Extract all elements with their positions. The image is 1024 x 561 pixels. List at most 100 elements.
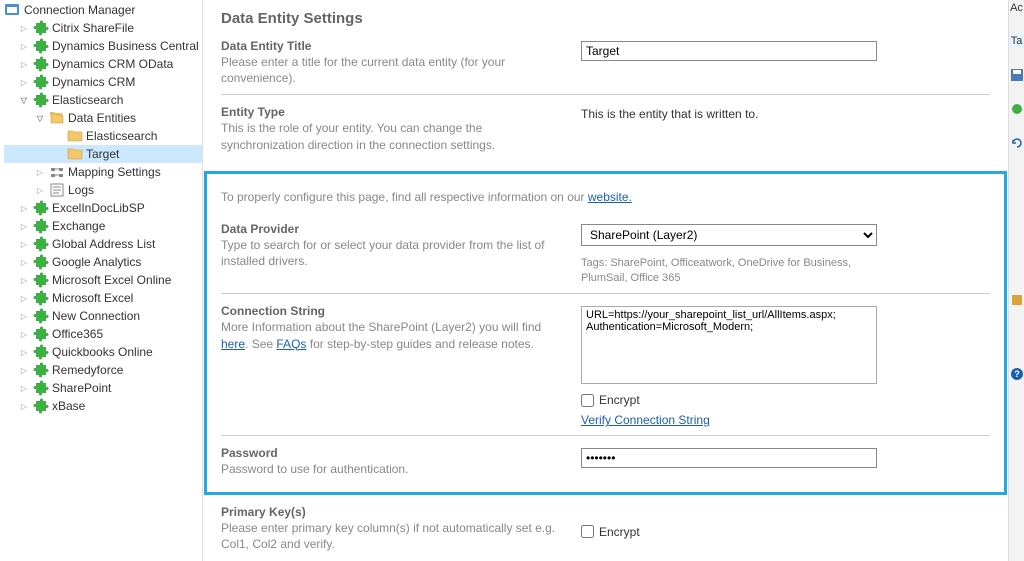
puzzle-icon [33, 218, 49, 234]
sidebar-ac[interactable]: Ac [1010, 2, 1023, 14]
expand-icon [52, 130, 64, 142]
folder-icon [67, 146, 83, 162]
puzzle-icon [33, 308, 49, 324]
puzzle-icon [33, 38, 49, 54]
expand-icon[interactable]: ▷ [18, 328, 30, 340]
folder-group-icon [49, 110, 65, 126]
expand-icon [52, 148, 64, 160]
expand-icon[interactable]: ▷ [34, 184, 46, 196]
svg-text:?: ? [1014, 369, 1020, 379]
tree-item-label: xBase [52, 399, 85, 413]
tree-item-dynamics-crm-odata[interactable]: ▷Dynamics CRM OData [4, 55, 202, 73]
puzzle-icon [33, 92, 49, 108]
tree-item-microsoft-excel[interactable]: ▷ Microsoft Excel [4, 289, 202, 307]
expand-icon[interactable]: ▽ [18, 94, 30, 106]
expand-icon[interactable]: ▷ [18, 400, 30, 412]
tree-item-data-entities[interactable]: ▽Data Entities [4, 109, 202, 127]
tree-item-mapping-settings[interactable]: ▷Mapping Settings [4, 163, 202, 181]
tree-root[interactable]: Connection Manager [4, 2, 202, 18]
tree-item-google-analytics[interactable]: ▷Google Analytics [4, 253, 202, 271]
tree-item-label: Global Address List [52, 237, 155, 251]
puzzle-icon [33, 236, 49, 252]
website-link[interactable]: website. [588, 190, 632, 204]
conn-here-link[interactable]: here [221, 337, 245, 351]
tool-icon-1[interactable] [1010, 293, 1024, 307]
conn-string-input[interactable] [581, 306, 877, 384]
entity-title-input[interactable] [581, 41, 877, 61]
config-notice: To properly configure this page, find al… [221, 190, 990, 204]
puzzle-icon [33, 290, 49, 306]
settings-panel: Data Entity Settings Data Entity Title P… [202, 0, 1008, 561]
expand-icon[interactable]: ▷ [18, 364, 30, 376]
tree-item-label: Target [86, 147, 119, 161]
expand-icon[interactable]: ▷ [18, 76, 30, 88]
entity-type-label: Entity Type [221, 105, 561, 119]
primary-encrypt-checkbox[interactable] [581, 525, 594, 538]
puzzle-icon [33, 200, 49, 216]
expand-icon[interactable]: ▷ [18, 58, 30, 70]
action-icon[interactable] [1010, 102, 1024, 116]
provider-desc: Type to search for or select your data p… [221, 237, 561, 269]
expand-icon[interactable]: ▷ [18, 238, 30, 250]
tree-item-quickbooks-online[interactable]: ▷ Quickbooks Online [4, 343, 202, 361]
expand-icon[interactable]: ▷ [18, 382, 30, 394]
tree-item-dynamics-business-central[interactable]: ▷ Dynamics Business Central [4, 37, 202, 55]
puzzle-icon [33, 74, 49, 90]
tree-item-office365[interactable]: ▷Office365 [4, 325, 202, 343]
tree-item-exchange[interactable]: ▷Exchange [4, 217, 202, 235]
tree-item-sharepoint[interactable]: ▷SharePoint [4, 379, 202, 397]
tree-item-new-connection[interactable]: ▷New Connection [4, 307, 202, 325]
entity-title-desc: Please enter a title for the current dat… [221, 54, 561, 86]
expand-icon[interactable]: ▷ [18, 22, 30, 34]
expand-icon[interactable]: ▽ [34, 112, 46, 124]
tree-item-remedyforce[interactable]: ▷Remedyforce [4, 361, 202, 379]
expand-icon[interactable]: ▷ [18, 346, 30, 358]
tree-item-excelindoclibsp[interactable]: ▷ ExcelInDocLibSP [4, 199, 202, 217]
tree-item-label: Logs [68, 183, 94, 197]
tree-item-citrix-sharefile[interactable]: ▷ Citrix ShareFile [4, 19, 202, 37]
entity-type-value: This is the entity that is written to. [581, 107, 990, 121]
tree-item-elasticsearch[interactable]: ▽ Elasticsearch [4, 91, 202, 109]
tree-item-target[interactable]: Target [4, 145, 202, 163]
verify-conn-link[interactable]: Verify Connection String [581, 413, 710, 427]
puzzle-icon [33, 254, 49, 270]
expand-icon[interactable]: ▷ [18, 40, 30, 52]
provider-select[interactable]: SharePoint (Layer2) [581, 224, 877, 246]
undo-icon[interactable] [1010, 136, 1024, 150]
tree-item-label: ExcelInDocLibSP [52, 201, 145, 215]
puzzle-icon [33, 344, 49, 360]
conn-faq-link[interactable]: FAQs [276, 337, 306, 351]
password-input[interactable] [581, 448, 877, 468]
help-icon[interactable]: ? [1010, 367, 1024, 381]
tree-item-label: Microsoft Excel Online [52, 273, 171, 287]
tree-item-label: Microsoft Excel [52, 291, 133, 305]
entity-type-desc: This is the role of your entity. You can… [221, 120, 561, 152]
expand-icon[interactable]: ▷ [18, 202, 30, 214]
tree-item-label: Elasticsearch [86, 129, 157, 143]
encrypt-checkbox[interactable] [581, 394, 594, 407]
sidebar-ta[interactable]: Ta [1009, 34, 1024, 48]
tree-item-global-address-list[interactable]: ▷ Global Address List [4, 235, 202, 253]
tree-item-dynamics-crm[interactable]: ▷Dynamics CRM [4, 73, 202, 91]
expand-icon[interactable]: ▷ [18, 310, 30, 322]
tree-item-label: Quickbooks Online [52, 345, 153, 359]
expand-icon[interactable]: ▷ [18, 220, 30, 232]
tree-item-logs[interactable]: ▷ Logs [4, 181, 202, 199]
tree-item-label: Dynamics Business Central [52, 39, 199, 53]
primary-desc: Please enter primary key column(s) if no… [221, 520, 561, 552]
tree-item-elasticsearch[interactable]: Elasticsearch [4, 127, 202, 145]
tree-item-label: Citrix ShareFile [52, 21, 134, 35]
encrypt-label: Encrypt [599, 393, 640, 407]
puzzle-icon [33, 56, 49, 72]
puzzle-icon [33, 380, 49, 396]
expand-icon[interactable]: ▷ [18, 292, 30, 304]
tree-item-microsoft-excel-online[interactable]: ▷ Microsoft Excel Online [4, 271, 202, 289]
conn-label: Connection String [221, 304, 561, 318]
tree-item-xbase[interactable]: ▷ xBase [4, 397, 202, 415]
save-icon[interactable] [1010, 68, 1024, 82]
expand-icon[interactable]: ▷ [18, 256, 30, 268]
tree-item-label: Elasticsearch [52, 93, 123, 107]
expand-icon[interactable]: ▷ [34, 166, 46, 178]
provider-label: Data Provider [221, 222, 561, 236]
expand-icon[interactable]: ▷ [18, 274, 30, 286]
